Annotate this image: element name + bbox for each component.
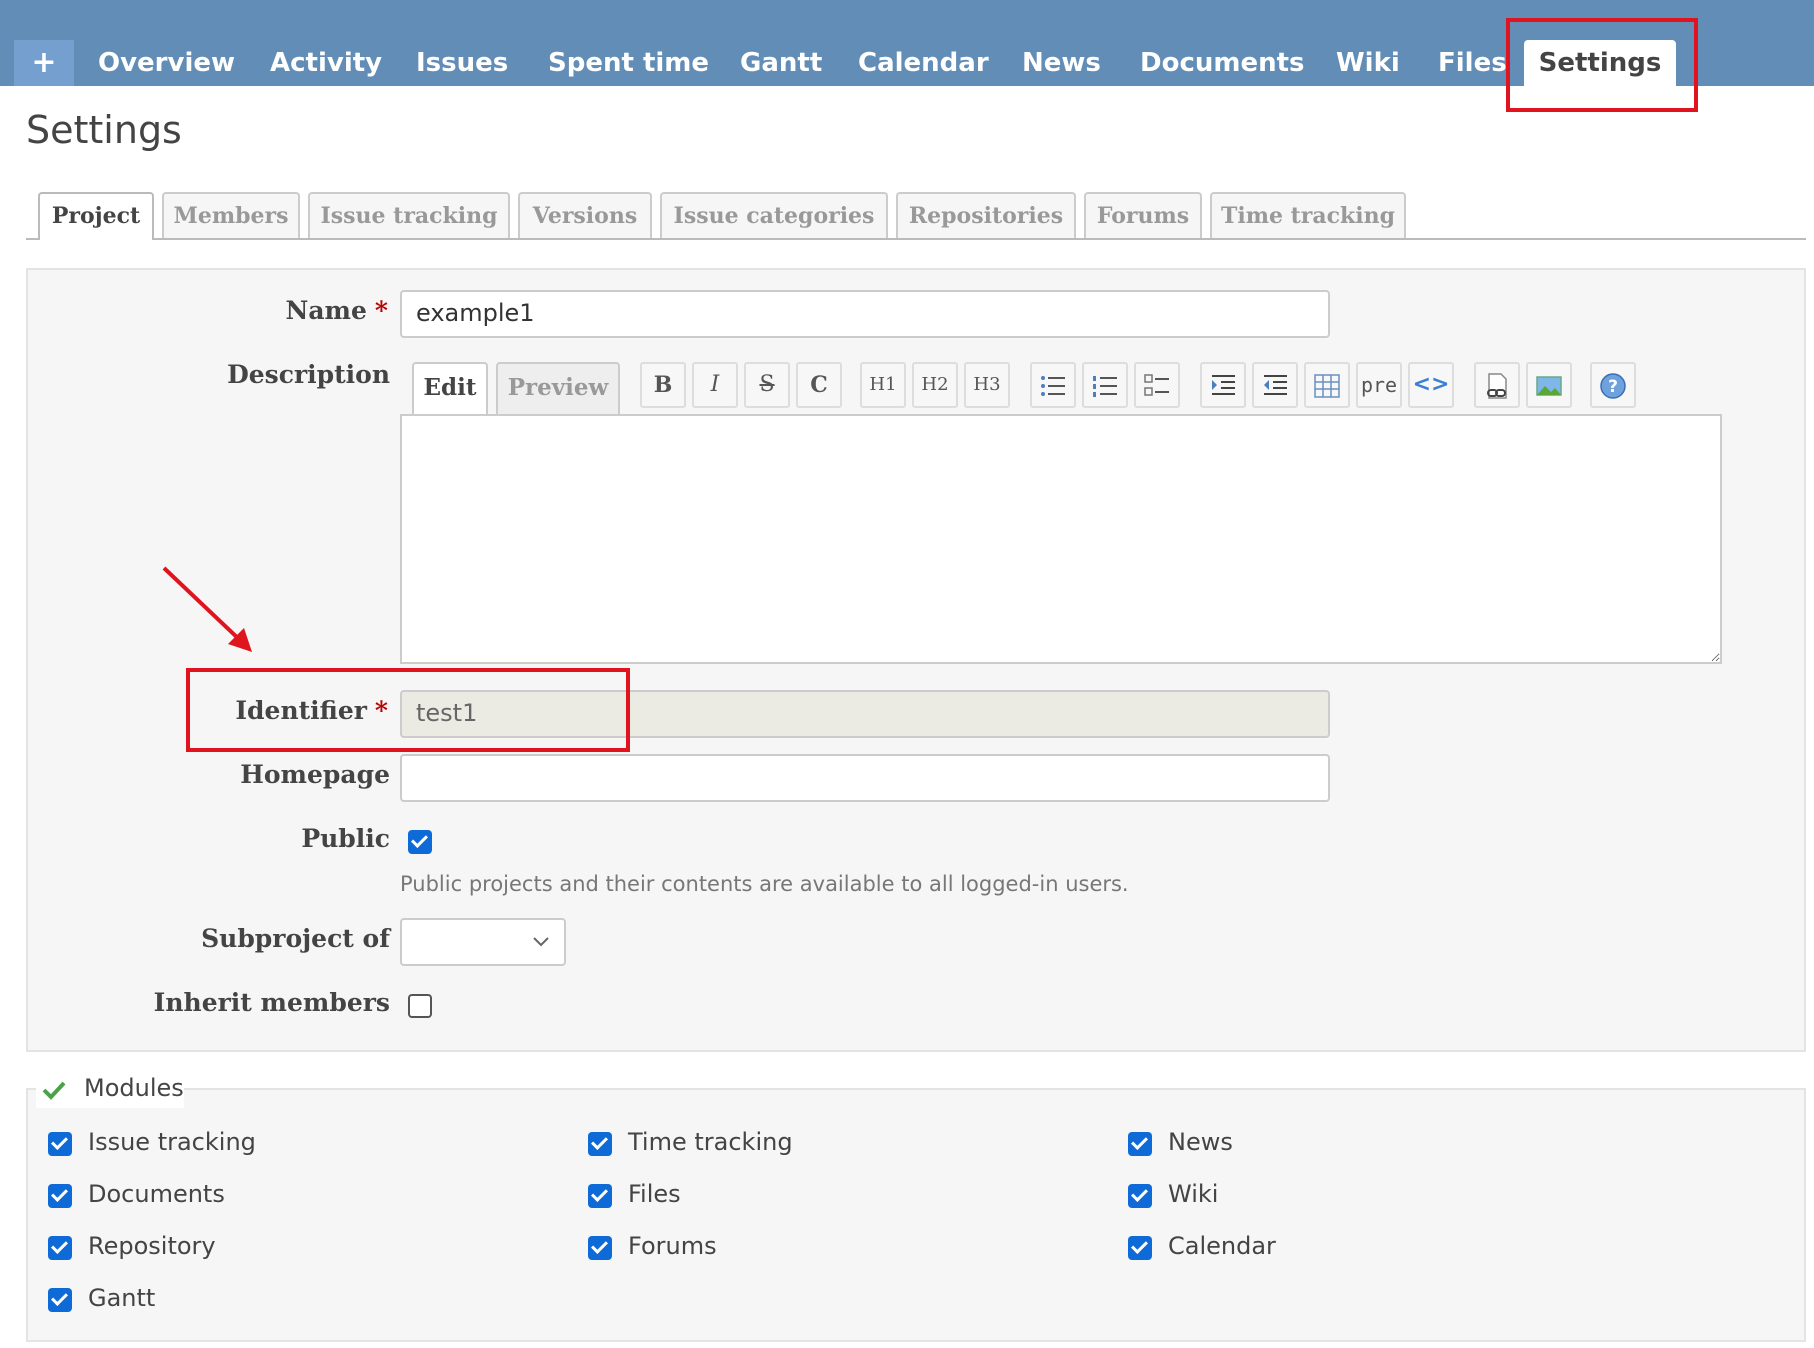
tabs-baseline	[26, 238, 1806, 240]
module-forums-checkbox[interactable]	[588, 1236, 612, 1260]
subproject-of-select[interactable]	[400, 918, 566, 966]
identifier-input: test1	[400, 690, 1330, 738]
module-calendar-checkbox[interactable]	[1128, 1236, 1152, 1260]
menu-item-settings[interactable]: Settings	[1524, 40, 1676, 86]
description-textarea[interactable]	[400, 414, 1722, 664]
menu-item-wiki[interactable]: Wiki	[1336, 40, 1400, 86]
heading3-button[interactable]: H3	[964, 362, 1010, 408]
new-object-button[interactable]: +	[14, 40, 74, 86]
modules-fieldset	[26, 1088, 1806, 1342]
menu-item-files[interactable]: Files	[1438, 40, 1507, 86]
module-gantt-checkbox[interactable]	[48, 1288, 72, 1312]
tab-time-tracking[interactable]: Time tracking	[1210, 192, 1406, 238]
module-time-tracking-checkbox[interactable]	[588, 1132, 612, 1156]
heading2-button[interactable]: H2	[912, 362, 958, 408]
description-label: Description	[227, 360, 390, 389]
module-forums-label: Forums	[628, 1232, 717, 1260]
project-main-menu: + Overview Activity Issues Spent time Ga…	[0, 0, 1814, 86]
unordered-list-icon[interactable]	[1030, 362, 1076, 408]
italic-button[interactable]: I	[692, 362, 738, 408]
svg-text:?: ?	[1608, 377, 1618, 397]
tab-versions[interactable]: Versions	[518, 192, 652, 238]
checkmark-icon	[42, 1081, 66, 1100]
homepage-label: Homepage	[240, 760, 390, 789]
module-documents-checkbox[interactable]	[48, 1184, 72, 1208]
inherit-members-checkbox[interactable]	[408, 994, 432, 1018]
code-button[interactable]: C	[796, 362, 842, 408]
module-wiki-label: Wiki	[1168, 1180, 1219, 1208]
task-list-icon[interactable]	[1134, 362, 1180, 408]
annotation-arrow-icon	[162, 566, 252, 652]
module-time-tracking-label: Time tracking	[628, 1128, 793, 1156]
ordered-list-icon[interactable]	[1082, 362, 1128, 408]
module-issue-tracking-label: Issue tracking	[88, 1128, 256, 1156]
page-title: Settings	[26, 108, 182, 152]
tab-repositories[interactable]: Repositories	[896, 192, 1076, 238]
tab-issue-categories[interactable]: Issue categories	[660, 192, 888, 238]
menu-item-calendar[interactable]: Calendar	[858, 40, 989, 86]
image-icon[interactable]	[1526, 362, 1572, 408]
help-icon[interactable]: ?	[1590, 362, 1636, 408]
bold-button[interactable]: B	[640, 362, 686, 408]
subproject-of-label: Subproject of	[201, 924, 390, 953]
tab-members[interactable]: Members	[162, 192, 300, 238]
menu-item-documents[interactable]: Documents	[1140, 40, 1305, 86]
menu-item-gantt[interactable]: Gantt	[740, 40, 822, 86]
menu-item-overview[interactable]: Overview	[98, 40, 235, 86]
module-news-label: News	[1168, 1128, 1233, 1156]
name-input[interactable]: example1	[400, 290, 1330, 338]
inherit-members-label: Inherit members	[153, 988, 390, 1017]
strikethrough-button[interactable]: S	[744, 362, 790, 408]
module-repository-label: Repository	[88, 1232, 216, 1260]
tab-issue-tracking[interactable]: Issue tracking	[308, 192, 510, 238]
public-label: Public	[301, 824, 390, 853]
module-files-checkbox[interactable]	[588, 1184, 612, 1208]
module-documents-label: Documents	[88, 1180, 225, 1208]
preformatted-button[interactable]: pre	[1356, 362, 1402, 408]
menu-item-spent-time[interactable]: Spent time	[548, 40, 709, 86]
tab-forums[interactable]: Forums	[1084, 192, 1202, 238]
table-icon[interactable]	[1304, 362, 1350, 408]
menu-item-news[interactable]: News	[1022, 40, 1101, 86]
module-gantt-label: Gantt	[88, 1284, 156, 1312]
menu-item-issues[interactable]: Issues	[416, 40, 508, 86]
wiki-link-icon[interactable]	[1474, 362, 1520, 408]
public-checkbox[interactable]	[408, 830, 432, 854]
modules-legend[interactable]: Modules	[36, 1072, 184, 1108]
heading1-button[interactable]: H1	[860, 362, 906, 408]
inline-code-button[interactable]: <>	[1408, 362, 1454, 408]
description-preview-tab[interactable]: Preview	[496, 362, 620, 414]
tab-project[interactable]: Project	[38, 192, 154, 240]
indent-left-icon[interactable]	[1252, 362, 1298, 408]
public-hint: Public projects and their contents are a…	[400, 872, 1129, 896]
description-edit-tab[interactable]: Edit	[412, 362, 488, 416]
chevron-down-icon	[533, 937, 549, 947]
module-wiki-checkbox[interactable]	[1128, 1184, 1152, 1208]
module-repository-checkbox[interactable]	[48, 1236, 72, 1260]
module-issue-tracking-checkbox[interactable]	[48, 1132, 72, 1156]
module-calendar-label: Calendar	[1168, 1232, 1276, 1260]
module-news-checkbox[interactable]	[1128, 1132, 1152, 1156]
identifier-label: Identifier *	[235, 696, 388, 725]
homepage-input[interactable]	[400, 754, 1330, 802]
name-label: Name *	[285, 296, 389, 325]
menu-item-activity[interactable]: Activity	[270, 40, 382, 86]
module-files-label: Files	[628, 1180, 681, 1208]
indent-right-icon[interactable]	[1200, 362, 1246, 408]
